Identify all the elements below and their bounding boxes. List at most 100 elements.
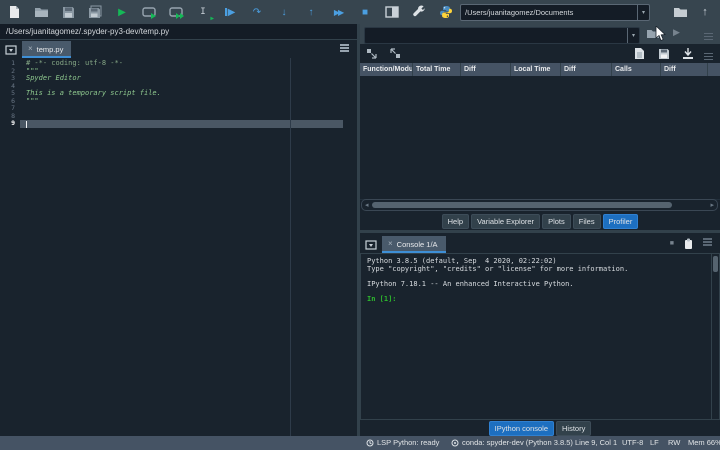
console-options-menu-icon[interactable] [703,237,712,248]
save-icon[interactable] [60,4,76,20]
browse-tabs-icon[interactable] [364,239,378,251]
bottom-tabbar: IPython console History [360,420,720,436]
tab-history[interactable]: History [556,420,592,436]
close-tab-icon[interactable]: × [28,45,33,53]
working-directory-combobox[interactable]: /Users/juanitagomez/Documents ▾ [460,4,650,21]
profiler-file-combobox[interactable]: ▾ [364,27,640,44]
chevron-down-icon[interactable]: ▾ [627,28,639,43]
profiler-table-header: Function/Modu Total Time Diff Local Time… [360,63,720,76]
console-banner-line: Type "copyright", "credits" or "license"… [367,264,629,273]
save-data-icon[interactable] [656,46,671,61]
scroll-right-icon[interactable]: ▸ [710,201,714,210]
eol-status: LF [650,438,659,447]
code-line: # -*- coding: utf-8 -*- [26,59,123,67]
scrollbar-thumb[interactable] [713,256,718,272]
tab-plots[interactable]: Plots [542,213,571,229]
collapse-all-icon[interactable] [364,46,379,61]
tab-profiler[interactable]: Profiler [602,213,639,229]
debug-stop-icon[interactable]: ■ [357,4,373,20]
right-pane: ▾ ▶ Function/Modu Total Time Diff Local … [360,24,720,436]
run-cell-icon[interactable] [141,4,157,20]
code-editor[interactable]: 1 2 3 4 5 6 7 8 9 # -*- coding: utf-8 -*… [0,58,357,436]
editor-tabbar: × temp.py [0,41,357,58]
line-number-gutter: 1 2 3 4 5 6 7 8 9 [11,59,15,127]
console-tab[interactable]: × Console 1/A [382,236,446,253]
chevron-down-icon[interactable]: ▾ [637,5,649,20]
status-bar: LSP Python: ready conda: spyder-dev (Pyt… [0,436,720,450]
run-file-icon[interactable]: ▶ [114,4,130,20]
show-output-icon[interactable] [632,46,647,61]
console-prompt: In [1]: [367,294,397,303]
column-header[interactable]: Diff [561,63,612,76]
cursor-position-status: Line 9, Col 1 [575,438,618,447]
inspect-clipboard-icon[interactable] [684,238,693,250]
code-lines: # -*- coding: utf-8 -*- """ Spyder Edito… [26,59,357,128]
right-pane-tabbar: Help Variable Explorer Plots Files Profi… [360,212,720,230]
editor-file-path: /Users/juanitagomez/.spyder-py3-dev/temp… [0,24,357,40]
step-out-icon[interactable]: ↑ [303,4,319,20]
profiler-toolbar [360,44,720,64]
spyder-window: ▶ I ▶ ▶ ↷ ↓ ↑ ▶▶ ■ /Users/juanitagomez/Do… [0,0,720,450]
preferences-wrench-icon[interactable] [411,4,427,20]
close-tab-icon[interactable]: × [388,240,393,248]
editor-tab-temp-py[interactable]: × temp.py [22,41,72,58]
parent-directory-icon[interactable]: ↑ [697,4,713,20]
console-tab-label: Console 1/A [396,239,438,249]
python-logo-icon [438,4,454,20]
tab-help[interactable]: Help [441,213,470,229]
column-header[interactable]: Local Time [511,63,561,76]
column-header[interactable]: Diff [661,63,708,76]
scrollbar-thumb[interactable] [372,202,672,208]
console-tabbar: × Console 1/A ■ [360,233,720,253]
console-v-scrollbar[interactable] [711,254,719,419]
scroll-left-icon[interactable]: ◂ [365,201,369,210]
profiler-h-scrollbar[interactable]: ◂ ▸ [361,199,718,211]
readwrite-status: RW [668,438,681,447]
debug-file-icon[interactable]: ▶ [222,4,238,20]
editor-options-menu-icon[interactable] [340,43,349,54]
encoding-status: UTF-8 [622,438,644,447]
step-over-icon[interactable]: ↷ [249,4,265,20]
lsp-status: LSP Python: ready [366,436,439,450]
profile-run-icon[interactable]: ▶ [673,27,680,38]
interrupt-kernel-icon[interactable]: ■ [670,240,674,247]
new-file-icon[interactable] [6,4,22,20]
debug-continue-icon[interactable]: ▶▶ [330,4,346,20]
editor-pane: /Users/juanitagomez/.spyder-py3-dev/temp… [0,24,357,436]
mouse-cursor [655,26,666,42]
profiler-menu-icon[interactable] [704,51,713,62]
maximize-pane-icon[interactable] [384,4,400,20]
run-cell-advance-icon[interactable] [168,4,184,20]
run-selection-icon[interactable]: I ▶ [195,4,214,22]
editor-tab-label: temp.py [36,44,64,54]
main-toolbar: ▶ I ▶ ▶ ↷ ↓ ↑ ▶▶ ■ /Users/juanitagomez/Do… [0,0,720,24]
browse-tabs-icon[interactable] [4,44,18,56]
column-header[interactable]: Calls [612,63,661,76]
console-banner-line: IPython 7.18.1 -- An enhanced Interactiv… [367,279,574,288]
tab-files[interactable]: Files [572,213,601,229]
tab-ipython-console[interactable]: IPython console [488,420,555,436]
save-all-icon[interactable] [87,4,103,20]
column-header[interactable]: Function/Modu [360,63,413,76]
expand-all-icon[interactable] [388,46,403,61]
ipython-console[interactable]: Python 3.8.5 (default, Sep 4 2020, 02:22… [360,253,720,420]
conda-env-status: conda: spyder-dev (Python 3.8.5) [451,436,573,450]
column-header[interactable]: Total Time [413,63,461,76]
browse-directory-icon[interactable] [672,4,688,20]
profiler-options-menu-icon[interactable] [704,31,713,42]
code-line: """ [26,96,39,105]
memory-status: Mem 66% [688,438,720,447]
lsp-status-icon [366,439,374,447]
open-file-icon[interactable] [33,4,49,20]
code-line: Spyder Editor [26,74,81,82]
step-into-icon[interactable]: ↓ [276,4,292,20]
load-data-icon[interactable] [680,46,695,61]
working-directory-value: /Users/juanitagomez/Documents [465,8,574,17]
column-header[interactable]: Diff [461,63,511,76]
profiler-results-table[interactable] [360,76,720,200]
column-header-truncated [708,63,720,76]
tab-variable-explorer[interactable]: Variable Explorer [471,213,541,229]
